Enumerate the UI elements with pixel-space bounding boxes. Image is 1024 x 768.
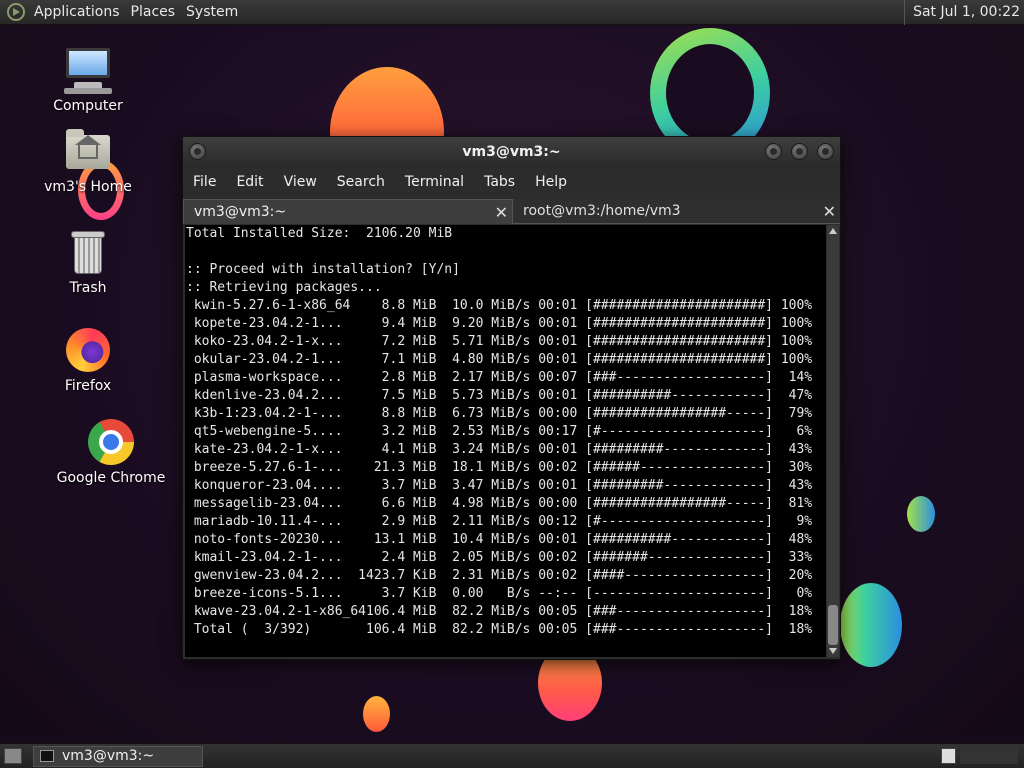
terminal-line: kwave-23.04.2-1-x86_64106.4 MiB 82.2 MiB… [186, 604, 813, 619]
close-tab-icon[interactable]: ✕ [823, 199, 836, 224]
desktop-icon-label: vm3's Home [44, 179, 132, 195]
menu-help[interactable]: Help [525, 171, 577, 193]
window-titlebar[interactable]: vm3@vm3:~ [183, 137, 840, 167]
menu-view[interactable]: View [274, 171, 327, 193]
chrome-icon [87, 418, 135, 466]
terminal-line: kwin-5.27.6-1-x86_64 8.8 MiB 10.0 MiB/s … [186, 298, 813, 313]
tab-label: vm3@vm3:~ [194, 204, 287, 220]
show-desktop-icon[interactable] [4, 748, 22, 764]
terminal-line: :: Proceed with installation? [Y/n] [186, 262, 460, 277]
terminal-line: :: Retrieving packages... [186, 280, 382, 295]
terminal-text: Total Installed Size: 2106.20 MiB:: Proc… [185, 225, 826, 639]
terminal-line: k3b-1:23.04.2-1-... 8.8 MiB 6.73 MiB/s 0… [186, 406, 813, 421]
top-panel: Applications Places System Sat Jul 1, 00… [0, 0, 1024, 25]
terminal-line: Total Installed Size: 2106.20 MiB [186, 226, 453, 241]
menu-search[interactable]: Search [327, 171, 395, 193]
terminal-line: Total ( 3/392) 106.4 MiB 82.2 MiB/s 00:0… [186, 622, 813, 637]
terminal-line: kdenlive-23.04.2... 7.5 MiB 5.73 MiB/s 0… [186, 388, 813, 403]
maximize-button[interactable] [791, 143, 808, 160]
terminal-line: okular-23.04.2-1... 7.1 MiB 4.80 MiB/s 0… [186, 352, 813, 367]
window-title: vm3@vm3:~ [462, 144, 561, 160]
terminal-output[interactable]: Total Installed Size: 2106.20 MiB:: Proc… [185, 225, 826, 657]
desktop-icon-label: Firefox [64, 378, 112, 394]
close-button[interactable] [817, 143, 834, 160]
menu-applications[interactable]: Applications [31, 4, 128, 20]
terminal-line: qt5-webengine-5.... 3.2 MiB 2.53 MiB/s 0… [186, 424, 813, 439]
scroll-up-icon[interactable] [829, 228, 837, 234]
wallpaper-shape [840, 583, 902, 667]
terminal-line: kate-23.04.2-1-x... 4.1 MiB 3.24 MiB/s 0… [186, 442, 813, 457]
close-tab-icon[interactable]: ✕ [495, 200, 508, 225]
desktop-icon-computer[interactable]: Computer [33, 46, 143, 114]
tab-root[interactable]: root@vm3:/home/vm3 ✕ [513, 199, 840, 224]
terminal-window[interactable]: vm3@vm3:~ File Edit View Search Terminal… [182, 136, 841, 660]
menu-terminal[interactable]: Terminal [395, 171, 474, 193]
scroll-down-icon[interactable] [829, 648, 837, 654]
trash-icon [64, 228, 112, 276]
desktop-icon-home[interactable]: vm3's Home [33, 127, 143, 195]
terminal-line: noto-fonts-20230... 13.1 MiB 10.4 MiB/s … [186, 532, 813, 547]
terminal-line: koko-23.04.2-1-x... 7.2 MiB 5.71 MiB/s 0… [186, 334, 813, 349]
menu-system[interactable]: System [183, 4, 246, 20]
menu-edit[interactable]: Edit [226, 171, 273, 193]
taskbar-item-label: vm3@vm3:~ [62, 748, 155, 764]
terminal-line: mariadb-10.11.4-... 2.9 MiB 2.11 MiB/s 0… [186, 514, 813, 529]
workspace-1[interactable] [941, 748, 956, 764]
distro-logo-icon[interactable] [7, 3, 25, 21]
menu-tabs[interactable]: Tabs [474, 171, 525, 193]
tab-label: root@vm3:/home/vm3 [523, 203, 681, 219]
clock[interactable]: Sat Jul 1, 00:22 [904, 0, 1024, 25]
desktop-icon-chrome[interactable]: Google Chrome [56, 418, 166, 486]
terminal-icon [40, 750, 54, 762]
desktop-icon-firefox[interactable]: Firefox [33, 326, 143, 394]
terminal-line: kopete-23.04.2-1... 9.4 MiB 9.20 MiB/s 0… [186, 316, 813, 331]
desktop-icon-label: Trash [69, 280, 107, 296]
desktop-icon-trash[interactable]: Trash [33, 228, 143, 296]
desktop-icon-label: Computer [53, 98, 123, 114]
taskbar-item-terminal[interactable]: vm3@vm3:~ [33, 746, 203, 767]
menu-file[interactable]: File [183, 171, 226, 193]
workspace-switcher[interactable] [960, 748, 1018, 764]
firefox-icon [64, 326, 112, 374]
scrollbar-thumb[interactable] [828, 605, 838, 645]
terminal-line: konqueror-23.04.... 3.7 MiB 3.47 MiB/s 0… [186, 478, 813, 493]
desktop-icon-label: Google Chrome [56, 470, 166, 486]
terminal-scrollbar[interactable] [827, 225, 839, 657]
tab-vm3[interactable]: vm3@vm3:~ ✕ [183, 199, 513, 224]
bottom-panel: vm3@vm3:~ [0, 743, 1024, 768]
computer-icon [64, 46, 112, 94]
wallpaper-shape [363, 696, 390, 732]
terminal-line: gwenview-23.04.2... 1423.7 KiB 2.31 MiB/… [186, 568, 813, 583]
home-folder-icon [64, 127, 112, 175]
wallpaper-shape [907, 496, 935, 532]
terminal-line: plasma-workspace... 2.8 MiB 2.17 MiB/s 0… [186, 370, 813, 385]
terminal-tabs: vm3@vm3:~ ✕ root@vm3:/home/vm3 ✕ [183, 199, 840, 224]
minimize-button[interactable] [765, 143, 782, 160]
terminal-line: breeze-icons-5.1... 3.7 KiB 0.00 B/s --:… [186, 586, 813, 601]
terminal-line: breeze-5.27.6-1-... 21.3 MiB 18.1 MiB/s … [186, 460, 813, 475]
terminal-menubar: File Edit View Search Terminal Tabs Help [183, 171, 840, 193]
terminal-line: kmail-23.04.2-1-... 2.4 MiB 2.05 MiB/s 0… [186, 550, 813, 565]
menu-places[interactable]: Places [128, 4, 184, 20]
terminal-line: messagelib-23.04... 6.6 MiB 4.98 MiB/s 0… [186, 496, 813, 511]
